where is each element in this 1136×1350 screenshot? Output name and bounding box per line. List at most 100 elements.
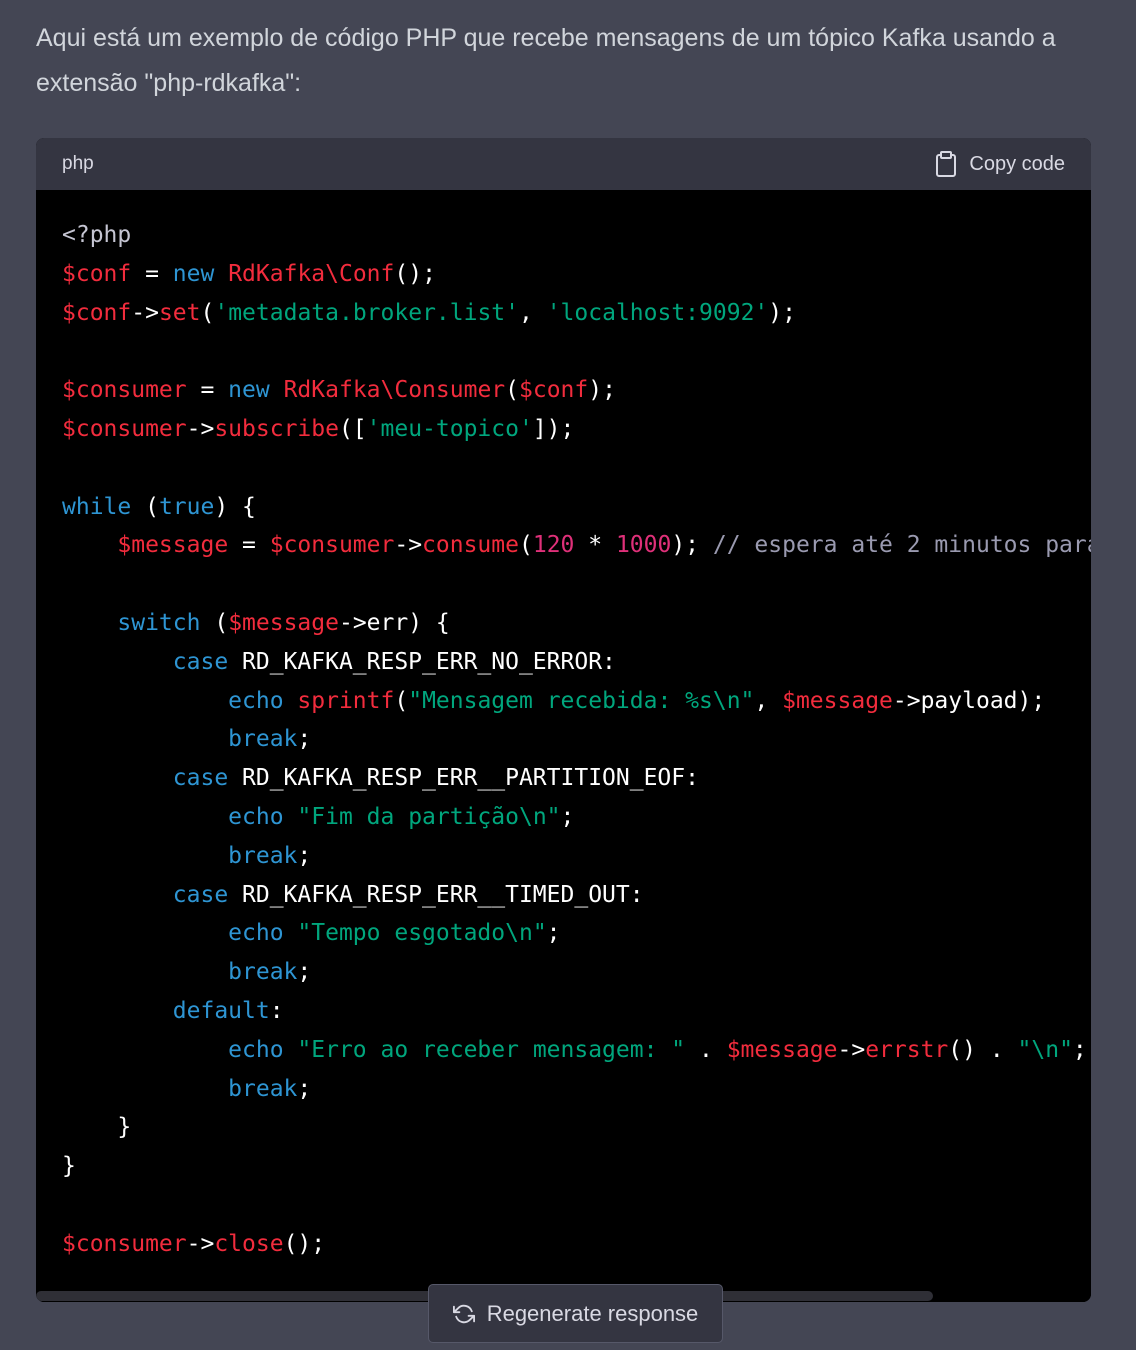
code-token: $consumer [62, 377, 187, 404]
code-token: close [214, 1230, 284, 1257]
code-token: $conf [62, 299, 132, 326]
code-line: default: [62, 992, 1065, 1031]
code-line: case RD_KAFKA_RESP_ERR__PARTITION_EOF: [62, 759, 1065, 798]
code-token: ); [768, 299, 796, 326]
regenerate-response-button[interactable]: Regenerate response [428, 1284, 723, 1343]
code-token: () . [948, 1036, 1018, 1063]
code-token: ( [200, 609, 229, 636]
code-token: break [228, 842, 298, 869]
code-token: 'metadata.broker.list' [214, 299, 519, 326]
code-token: // espera até 2 minutos para [712, 532, 1091, 559]
code-line: echo sprintf("Mensagem recebida: %s\n", … [62, 682, 1065, 721]
code-line: } [62, 1147, 1065, 1186]
code-block-header: php Copy code [36, 138, 1091, 190]
code-token: (); [283, 1230, 326, 1257]
code-token: = [131, 260, 173, 287]
code-token: ) { [214, 493, 256, 520]
code-token: } [62, 1153, 76, 1180]
code-token: ( [131, 493, 159, 520]
code-token: RD_KAFKA_RESP_ERR__TIMED_OUT: [228, 881, 644, 908]
code-content[interactable]: <?php $conf = new RdKafka\Conf(); $conf->s… [36, 190, 1091, 1290]
code-line: break; [62, 1070, 1065, 1109]
code-token: "\n" [1017, 1036, 1073, 1063]
code-token: = [228, 532, 270, 559]
code-token: true [158, 493, 215, 520]
code-token: } [62, 1114, 132, 1141]
code-line: break; [62, 720, 1065, 759]
code-line: echo "Fim da partição\n"; [62, 798, 1065, 837]
code-token: $message [726, 1036, 838, 1063]
code-line: break; [62, 837, 1065, 876]
code-token: , [519, 299, 547, 326]
code-token: ->err) { [338, 609, 450, 636]
code-token: ( [394, 687, 409, 714]
code-token: (); [394, 260, 436, 287]
code-line: $consumer->close(); [62, 1225, 1065, 1264]
code-token: new [172, 260, 215, 287]
refresh-icon [452, 1303, 475, 1325]
code-token: * [574, 532, 616, 559]
code-token: consume [422, 532, 519, 559]
code-token: ; [297, 959, 312, 986]
code-token: <?php [62, 222, 132, 248]
code-line: break; [62, 953, 1065, 992]
code-line: $consumer->subscribe(['meu-topico']); [62, 410, 1065, 449]
code-token: echo [228, 803, 284, 830]
code-token: = [186, 377, 229, 404]
code-token: 'meu-topico' [366, 415, 533, 442]
code-token: RdKafka\Consumer [283, 377, 506, 404]
code-token: echo [228, 1036, 284, 1063]
code-language-label: php [62, 153, 94, 174]
code-token: $consumer [269, 532, 395, 559]
code-token: ; [546, 920, 561, 947]
regenerate-label: Regenerate response [486, 1300, 699, 1326]
code-token: "Fim da partição\n" [297, 803, 561, 830]
code-line: $conf->set('metadata.broker.list', 'loca… [62, 294, 1065, 333]
code-line: echo "Tempo esgotado\n"; [62, 914, 1065, 953]
code-token: ]); [532, 415, 575, 442]
code-token: ; [297, 1075, 312, 1102]
code-token: switch [117, 609, 201, 636]
code-token: , [754, 687, 783, 714]
code-token: -> [837, 1036, 866, 1063]
code-token: break [228, 726, 298, 753]
code-token: ( [505, 377, 519, 404]
code-token: case [172, 881, 229, 908]
code-token: set [158, 299, 201, 326]
code-token: ( [518, 532, 533, 559]
code-token: ->payload); [892, 687, 1046, 714]
code-token: RD_KAFKA_RESP_ERR__PARTITION_EOF: [228, 765, 699, 792]
code-token: ( [200, 299, 215, 326]
code-token: -> [131, 299, 159, 326]
code-token: "Erro ao receber mensagem: " [297, 1036, 686, 1063]
code-token: while [62, 493, 132, 520]
code-token: echo [228, 920, 284, 947]
code-token: "Tempo esgotado\n" [297, 920, 547, 947]
code-token: $consumer [62, 1230, 187, 1257]
code-line: $consumer = new RdKafka\Consumer($conf); [62, 371, 1065, 410]
code-line: switch ($message->err) { [62, 604, 1065, 643]
code-token: 120 [532, 532, 575, 559]
copy-code-button[interactable]: Copy code [935, 151, 1065, 177]
code-token: $consumer [62, 415, 187, 442]
code-line: $message = $consumer->consume(120 * 1000… [62, 526, 1091, 565]
code-token: subscribe [214, 415, 339, 442]
code-token: ([ [338, 415, 367, 442]
code-token: 1000 [615, 532, 672, 559]
code-token: $conf [519, 377, 589, 404]
code-line: $conf = new RdKafka\Conf(); [62, 255, 1065, 294]
